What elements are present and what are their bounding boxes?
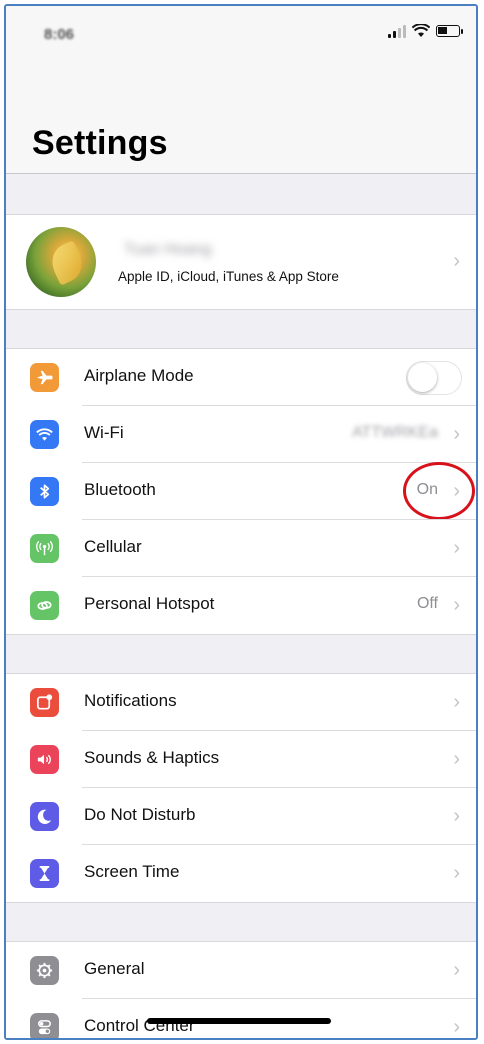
settings-row-bluetooth[interactable]: Bluetooth On › xyxy=(6,462,476,520)
settings-row-notifications[interactable]: Notifications › xyxy=(6,674,476,731)
row-label: Notifications xyxy=(84,691,177,710)
speaker-icon xyxy=(30,745,59,774)
antenna-icon xyxy=(30,534,59,563)
settings-row-personal-hotspot[interactable]: Personal Hotspot Off › xyxy=(6,577,476,634)
notifications-group: Notifications › Sounds & Haptics › Do No… xyxy=(6,673,476,903)
airplane-mode-toggle[interactable] xyxy=(406,361,462,395)
bluetooth-icon xyxy=(30,477,59,506)
chevron-right-icon: › xyxy=(453,423,460,445)
chevron-right-icon: › xyxy=(453,691,460,713)
general-group: General › Control Center › xyxy=(6,941,476,1038)
connectivity-group: Airplane Mode Wi-Fi ATTWRKEa › Bluetooth… xyxy=(6,348,476,635)
row-label: Sounds & Haptics xyxy=(84,748,220,767)
settings-row-airplane-mode[interactable]: Airplane Mode xyxy=(6,349,476,406)
profile-name: Tuan Hoang xyxy=(124,241,212,258)
chevron-right-icon: › xyxy=(453,537,460,559)
wifi-status-icon xyxy=(412,24,430,37)
row-label: Wi-Fi xyxy=(84,423,124,442)
wifi-network-name: ATTWRKEa xyxy=(352,424,438,441)
chevron-right-icon: › xyxy=(453,748,460,770)
highlight-circle xyxy=(403,462,475,520)
gear-icon xyxy=(30,956,59,985)
settings-header: Settings xyxy=(6,66,476,174)
chevron-right-icon: › xyxy=(453,594,460,616)
settings-row-screen-time[interactable]: Screen Time › xyxy=(6,845,476,902)
chevron-right-icon: › xyxy=(453,959,460,981)
row-label: Personal Hotspot xyxy=(84,594,215,613)
chevron-right-icon: › xyxy=(453,250,460,272)
settings-row-general[interactable]: General › xyxy=(6,942,476,999)
settings-row-cellular[interactable]: Cellular › xyxy=(6,520,476,577)
row-label: Screen Time xyxy=(84,862,180,881)
row-label: Do Not Disturb xyxy=(84,805,196,824)
hourglass-icon xyxy=(30,859,59,888)
avatar xyxy=(26,227,96,297)
chevron-right-icon: › xyxy=(453,805,460,827)
status-time: 8:06 xyxy=(44,26,75,43)
moon-icon xyxy=(30,802,59,831)
status-bar: 8:06 xyxy=(6,6,476,66)
row-label: General xyxy=(84,959,145,978)
profile-subtitle: Apple ID, iCloud, iTunes & App Store xyxy=(118,269,339,284)
hotspot-status: Off xyxy=(416,595,438,612)
cellular-signal-icon xyxy=(388,24,406,38)
hotspot-icon xyxy=(30,591,59,620)
settings-row-do-not-disturb[interactable]: Do Not Disturb › xyxy=(6,788,476,845)
chevron-right-icon: › xyxy=(453,862,460,884)
notifications-icon xyxy=(30,688,59,717)
wifi-icon xyxy=(30,420,59,449)
settings-row-sounds-haptics[interactable]: Sounds & Haptics › xyxy=(6,731,476,788)
phone-screen: 8:06 Settings Tuan Hoang Apple ID, iClou… xyxy=(4,4,478,1040)
status-icons xyxy=(388,24,463,38)
row-label: Bluetooth xyxy=(84,480,156,499)
page-title: Settings xyxy=(32,124,168,162)
settings-row-wifi[interactable]: Wi-Fi ATTWRKEa › xyxy=(6,406,476,463)
battery-icon xyxy=(436,25,463,37)
apple-id-row[interactable]: Tuan Hoang Apple ID, iCloud, iTunes & Ap… xyxy=(6,214,476,310)
home-indicator[interactable] xyxy=(147,1018,331,1024)
chevron-right-icon: › xyxy=(453,1016,460,1038)
airplane-icon xyxy=(30,363,59,392)
row-label: Airplane Mode xyxy=(84,366,194,385)
row-label: Cellular xyxy=(84,537,142,556)
switches-icon xyxy=(30,1013,59,1038)
